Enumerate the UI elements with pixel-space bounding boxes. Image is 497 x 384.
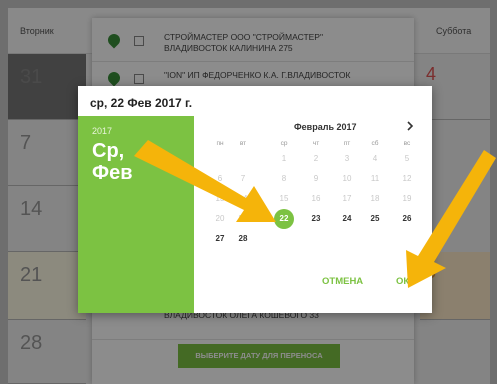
arrow-annotation-icon (134, 140, 496, 288)
